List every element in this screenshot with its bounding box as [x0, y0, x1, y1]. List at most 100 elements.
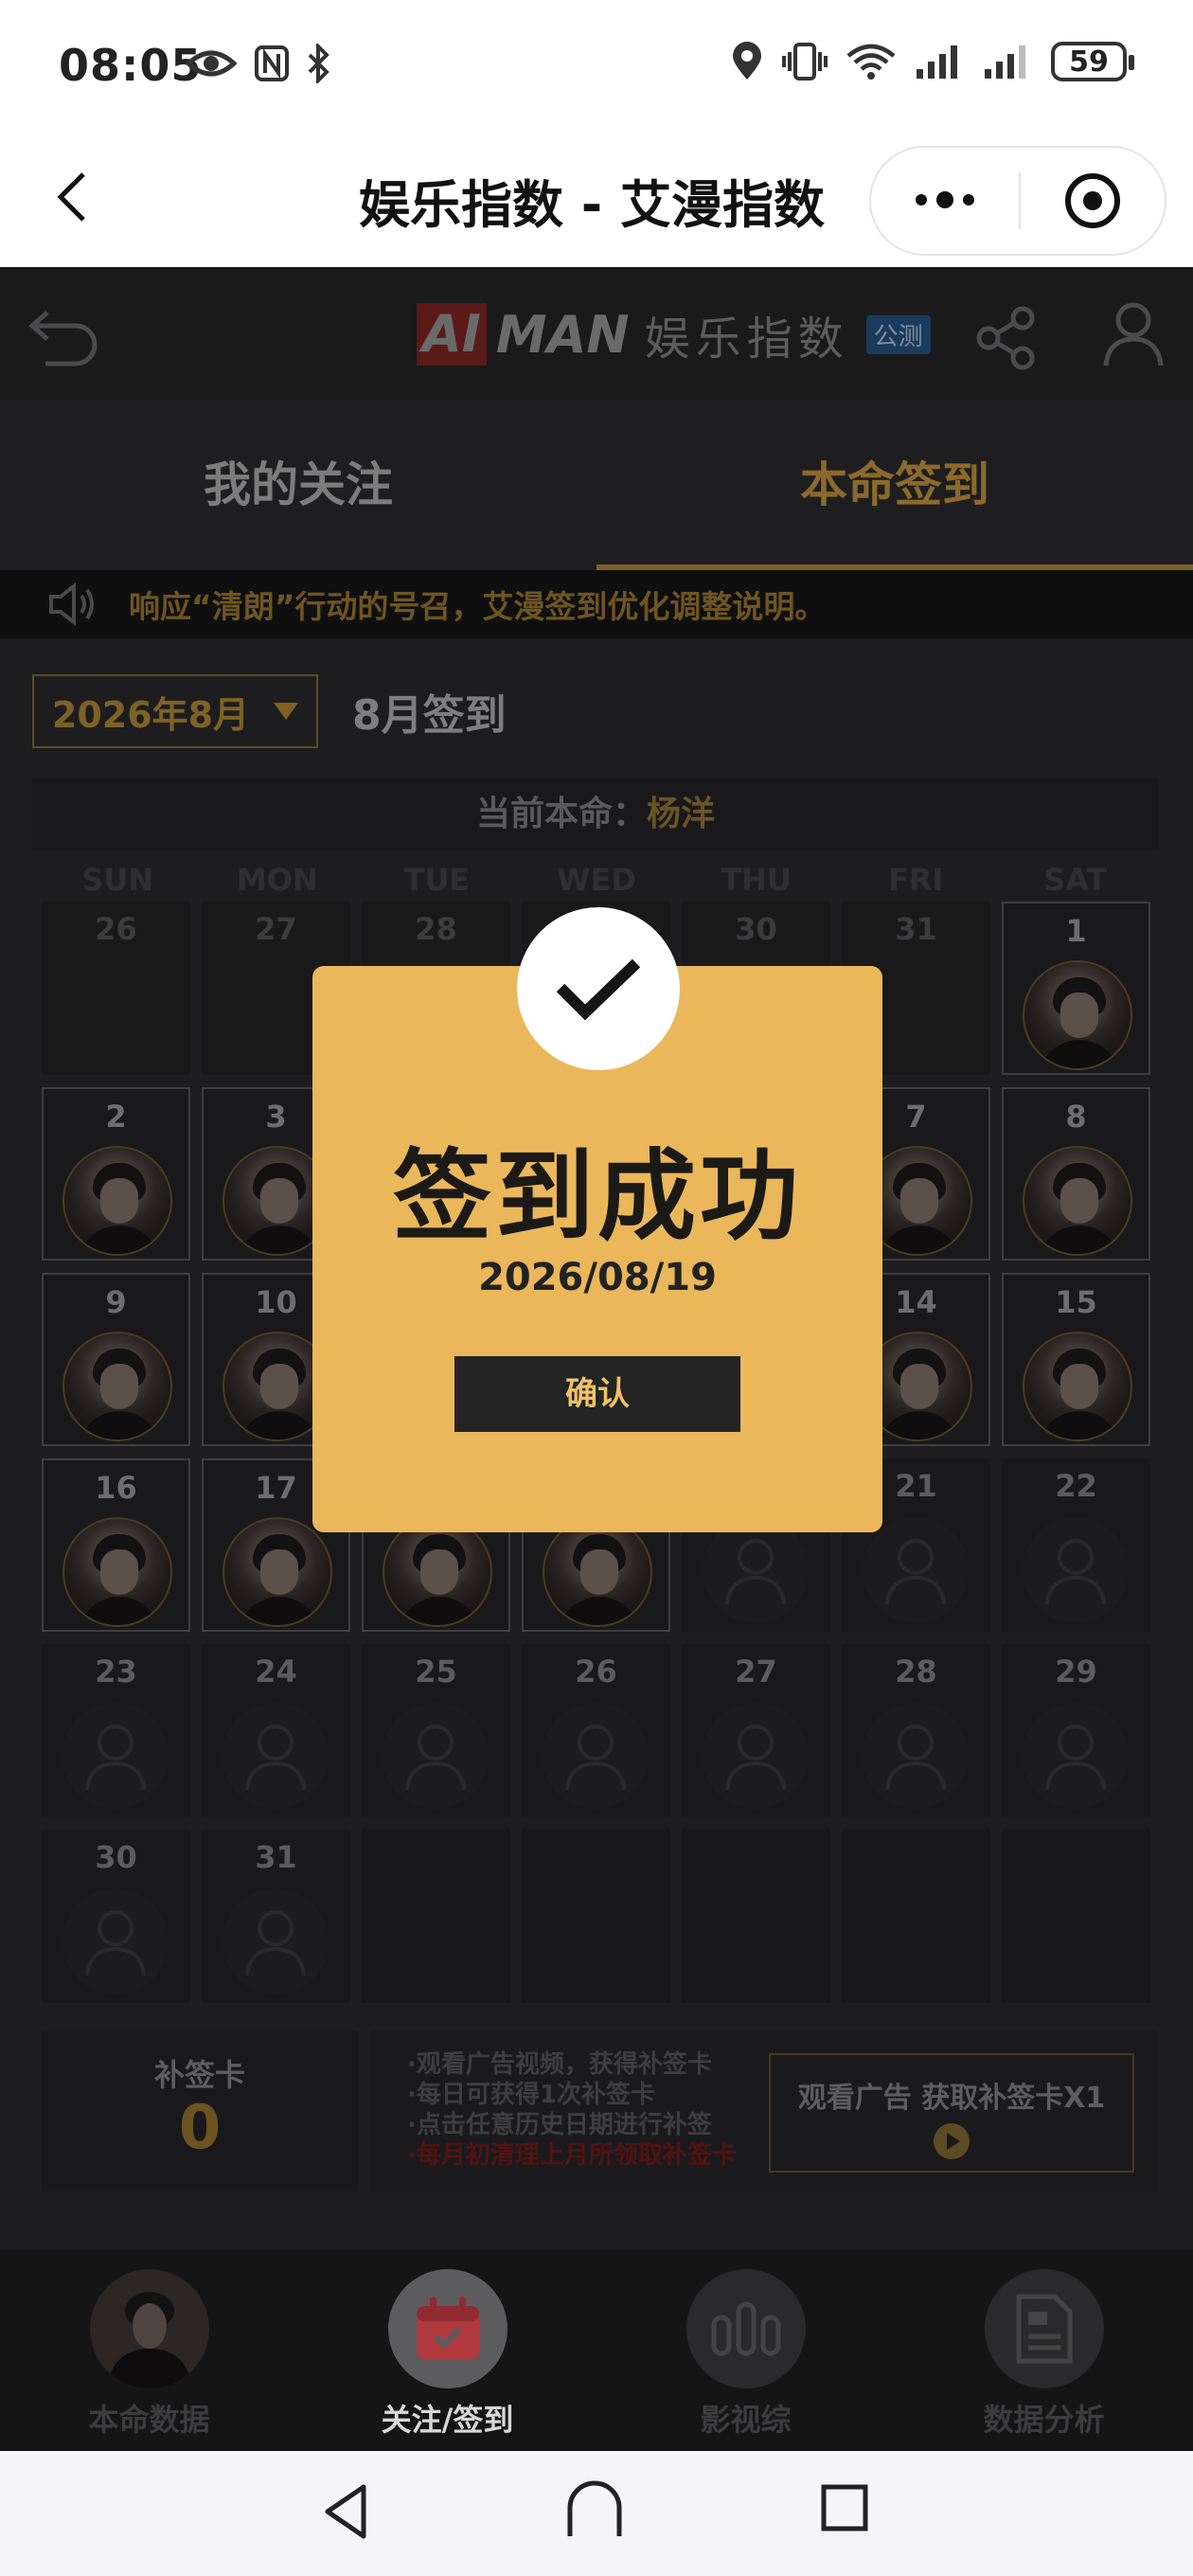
idol-avatar [223, 1517, 332, 1627]
day-number: 22 [1055, 1468, 1097, 1504]
app-header: AI MAN 娱乐指数 公测 [0, 267, 1193, 400]
day-number: 8 [1065, 1099, 1087, 1135]
month-select[interactable]: 2026年8月 [32, 674, 318, 748]
month-row: 2026年8月 8月签到 [32, 674, 507, 748]
idol-avatar [62, 1146, 172, 1256]
nav-label: 本命数据 [88, 2402, 210, 2438]
month-checkin-title: 8月签到 [352, 691, 507, 740]
calendar-icon-wrap [387, 2269, 507, 2388]
day-cell[interactable]: 9 [42, 1273, 190, 1446]
back-triangle-icon[interactable] [322, 2483, 369, 2540]
weekday-label: FRI [887, 862, 944, 898]
idol-avatar [62, 1332, 172, 1441]
day-cell[interactable]: 2 [42, 1087, 190, 1261]
notice-text: 响应“清朗”行动的号召，艾漫签到优化调整说明。 [129, 588, 827, 625]
nav-idol-data[interactable]: 本命数据 [0, 2250, 298, 2451]
weekday-label: SAT [1043, 862, 1108, 898]
idol-avatar [383, 1517, 492, 1627]
eye-icon [186, 50, 237, 77]
day-number: 26 [575, 1654, 617, 1690]
day-cell[interactable]: 25 [362, 1644, 510, 1817]
idol-avatar [543, 1517, 652, 1627]
makeup-tip: ·观看广告视频，获得补签卡 [407, 2050, 712, 2079]
return-icon[interactable] [27, 305, 100, 367]
nav-data-analysis[interactable]: 数据分析 [895, 2250, 1193, 2451]
chevron-down-icon [274, 703, 299, 720]
empty-day-cell [1002, 1830, 1150, 2003]
day-number: 25 [415, 1654, 457, 1690]
modal-date: 2026/08/19 [478, 1256, 717, 1299]
target-icon [1065, 173, 1120, 228]
bars-icon [711, 2301, 780, 2356]
user-placeholder-icon [863, 1517, 969, 1623]
share-icon[interactable] [973, 305, 1040, 371]
close-miniprogram-button[interactable] [1021, 171, 1165, 230]
day-cell[interactable]: 28 [842, 1644, 990, 1817]
idol-avatar [1023, 1146, 1132, 1256]
day-cell[interactable]: 16 [42, 1458, 190, 1632]
makeup-card-label: 补签卡 [153, 2057, 245, 2093]
notice-bar[interactable]: 响应“清朗”行动的号召，艾漫签到优化调整说明。 [0, 570, 1193, 638]
user-placeholder-icon [863, 1703, 969, 1809]
signal-icon [917, 45, 957, 79]
status-time: 08:05 [59, 40, 203, 91]
day-cell[interactable]: 1 [1002, 902, 1150, 1075]
empty-day-cell [362, 1830, 510, 2003]
nav-label: 数据分析 [983, 2402, 1105, 2438]
day-cell[interactable]: 26 [42, 902, 190, 1075]
beta-badge: 公测 [865, 314, 931, 354]
user-placeholder-icon [223, 1703, 329, 1809]
weekday-label: WED [557, 862, 636, 898]
day-cell[interactable]: 31 [202, 1830, 350, 2003]
day-cell[interactable]: 29 [1002, 1644, 1150, 1817]
day-cell[interactable]: 22 [1002, 1458, 1150, 1632]
day-cell[interactable]: 27 [682, 1644, 830, 1817]
day-cell[interactable]: 8 [1002, 1087, 1150, 1261]
current-idol-name: 杨洋 [647, 795, 716, 833]
makeup-tip: ·点击任意历史日期进行补签 [407, 2111, 712, 2139]
month-select-value: 2026年8月 [51, 693, 250, 736]
calendar-check-icon [416, 2297, 479, 2359]
empty-day-cell [842, 1830, 990, 2003]
day-cell[interactable]: 24 [202, 1644, 350, 1817]
day-number: 28 [415, 911, 457, 947]
day-number: 2 [105, 1099, 127, 1135]
day-number: 27 [735, 1654, 777, 1690]
user-placeholder-icon [703, 1703, 809, 1809]
user-placeholder-icon [62, 1703, 169, 1809]
system-nav-bar [0, 2451, 1193, 2576]
status-right-icons: 59 [731, 42, 1134, 81]
app-root: { "status_bar": {"time": "08:05", "batte… [0, 0, 1193, 2576]
day-cell[interactable]: 23 [42, 1644, 190, 1817]
signal-icon-2 [985, 45, 1025, 79]
user-icon[interactable] [1102, 301, 1165, 369]
day-cell[interactable]: 26 [522, 1644, 670, 1817]
confirm-button[interactable]: 确认 [454, 1356, 740, 1432]
recent-apps-icon[interactable] [820, 2483, 869, 2532]
nav-follow-checkin[interactable]: 关注/签到 [298, 2250, 596, 2451]
watch-ad-button[interactable]: 观看广告 获取补签卡X1 [769, 2053, 1134, 2173]
user-placeholder-icon [543, 1703, 649, 1809]
user-placeholder-icon [62, 1888, 169, 1995]
day-cell[interactable]: 15 [1002, 1273, 1150, 1446]
nav-film-tv[interactable]: 影视综 [596, 2250, 895, 2451]
bottom-nav: 本命数据 关注/签到 影视综 数据分析 [0, 2250, 1193, 2451]
empty-day-cell [682, 1830, 830, 2003]
day-number: 27 [255, 911, 297, 947]
idol-avatar [1023, 960, 1132, 1070]
home-icon[interactable] [564, 2478, 625, 2540]
logo-ai: AI [417, 303, 487, 366]
day-cell[interactable]: 30 [42, 1830, 190, 2003]
day-number: 28 [895, 1654, 937, 1690]
tab-checkin[interactable]: 本命签到 [596, 400, 1193, 570]
more-icon[interactable] [871, 190, 1019, 208]
report-icon [1016, 2294, 1072, 2364]
day-number: 24 [255, 1654, 297, 1690]
day-number: 1 [1065, 913, 1087, 949]
day-number: 9 [105, 1284, 127, 1320]
makeup-card-panel: 补签卡 0 [42, 2030, 358, 2191]
title-bar: 娱乐指数 - 艾漫指数 [0, 133, 1193, 267]
tab-my-follow[interactable]: 我的关注 [0, 400, 596, 570]
makeup-warning: ·每月初清理上月所领取补签卡 [407, 2141, 737, 2170]
weekday-label: TUE [403, 862, 471, 898]
